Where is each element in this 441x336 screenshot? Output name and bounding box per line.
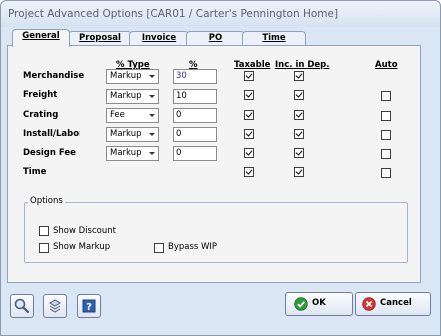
inc-dep-checkbox-time[interactable] bbox=[294, 167, 304, 177]
percent-input-merchandise[interactable]: 30 bbox=[173, 69, 217, 84]
row-label-install-labor: Install/Labor bbox=[23, 129, 80, 139]
cancel-button[interactable]: Cancel bbox=[355, 292, 431, 316]
bypass-wip-label[interactable]: Bypass WIP bbox=[168, 242, 217, 252]
inc-dep-checkbox-install-labor[interactable] bbox=[294, 129, 304, 139]
taxable-checkbox-crating[interactable] bbox=[244, 110, 254, 120]
taxable-checkbox-merchandise[interactable] bbox=[244, 71, 254, 81]
inc-dep-checkbox-merchandise[interactable] bbox=[294, 71, 304, 81]
help-button[interactable]: ? bbox=[77, 294, 101, 318]
help-icon: ? bbox=[82, 299, 96, 313]
row-label-design-fee: Design Fee bbox=[23, 148, 76, 158]
row-label-crating: Crating bbox=[23, 110, 59, 120]
type-value: Markup bbox=[110, 129, 142, 139]
chevron-down-icon bbox=[149, 95, 155, 98]
show-markup-checkbox[interactable] bbox=[39, 243, 49, 253]
chevron-down-icon bbox=[149, 114, 155, 117]
svg-text:?: ? bbox=[86, 302, 92, 313]
auto-checkbox-crating[interactable] bbox=[381, 111, 391, 121]
percent-input-design-fee[interactable]: 0 bbox=[173, 146, 217, 161]
type-select-crating[interactable]: Fee bbox=[106, 108, 159, 123]
ok-button[interactable]: OK bbox=[285, 292, 353, 316]
taxable-checkbox-install-labor[interactable] bbox=[244, 129, 254, 139]
type-select-install-labor[interactable]: Markup bbox=[106, 127, 159, 142]
type-select-merchandise[interactable]: Markup bbox=[106, 69, 159, 84]
auto-checkbox-freight[interactable] bbox=[381, 91, 391, 101]
chevron-down-icon bbox=[149, 152, 155, 155]
cancel-icon bbox=[362, 297, 376, 311]
show-markup-label[interactable]: Show Markup bbox=[53, 242, 110, 252]
type-value: Markup bbox=[110, 71, 142, 81]
inc-dep-checkbox-freight[interactable] bbox=[294, 90, 304, 100]
inc-dep-checkbox-design-fee[interactable] bbox=[294, 148, 304, 158]
link-icon bbox=[49, 299, 61, 313]
check-icon bbox=[294, 297, 308, 311]
taxable-checkbox-freight[interactable] bbox=[244, 90, 254, 100]
show-discount-label[interactable]: Show Discount bbox=[53, 226, 116, 236]
type-select-design-fee[interactable]: Markup bbox=[106, 146, 159, 161]
cancel-label: Cancel bbox=[380, 298, 412, 308]
percent-input-install-labor[interactable]: 0 bbox=[173, 127, 217, 142]
row-label-time: Time bbox=[23, 167, 47, 177]
percent-input-crating[interactable]: 0 bbox=[173, 108, 217, 123]
auto-checkbox-install-labor[interactable] bbox=[381, 130, 391, 140]
type-value: Markup bbox=[110, 91, 142, 101]
taxable-checkbox-time[interactable] bbox=[244, 167, 254, 177]
header-inc-in-dep: Inc. in Dep. bbox=[275, 60, 330, 70]
row-label-freight: Freight bbox=[23, 90, 58, 100]
auto-checkbox-design-fee[interactable] bbox=[381, 149, 391, 159]
inc-dep-checkbox-crating[interactable] bbox=[294, 110, 304, 120]
type-value: Fee bbox=[110, 110, 125, 120]
row-label-merchandise: Merchandise bbox=[23, 71, 85, 81]
search-icon bbox=[14, 298, 30, 314]
show-discount-checkbox[interactable] bbox=[39, 226, 49, 236]
auto-checkbox-time[interactable] bbox=[381, 168, 391, 178]
percent-input-freight[interactable]: 10 bbox=[173, 89, 217, 104]
bypass-wip-checkbox[interactable] bbox=[154, 243, 164, 253]
taxable-checkbox-design-fee[interactable] bbox=[244, 148, 254, 158]
type-value: Markup bbox=[110, 148, 142, 158]
header-auto: Auto bbox=[375, 60, 398, 70]
chevron-down-icon bbox=[149, 75, 155, 78]
ok-label: OK bbox=[312, 298, 326, 308]
search-button[interactable] bbox=[10, 294, 34, 318]
options-group-title: Options bbox=[28, 196, 65, 206]
header-taxable: Taxable bbox=[234, 60, 271, 70]
chevron-down-icon bbox=[149, 133, 155, 136]
link-button[interactable] bbox=[43, 294, 67, 318]
type-select-freight[interactable]: Markup bbox=[106, 89, 159, 104]
